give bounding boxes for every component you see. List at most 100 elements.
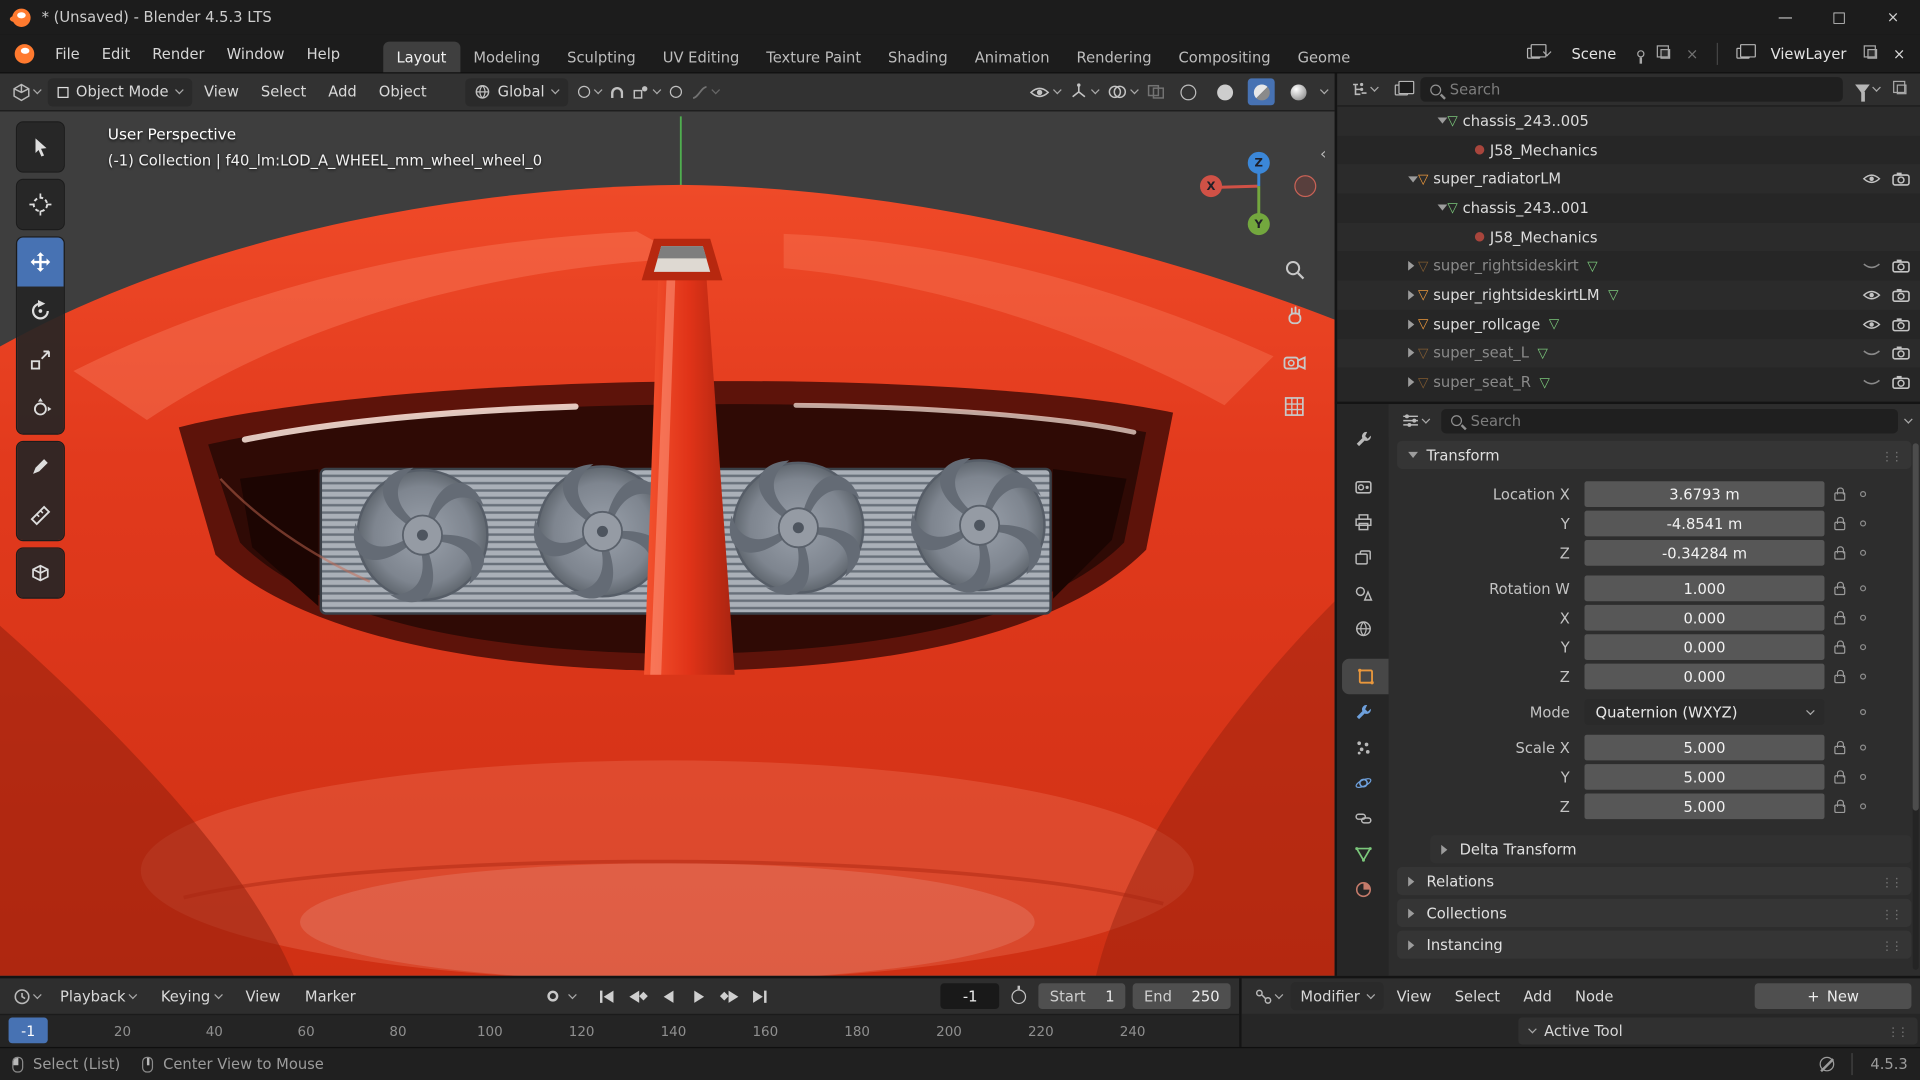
scene-name-field[interactable]: Scene	[1562, 40, 1626, 67]
proportional-editing-toggle[interactable]	[669, 86, 681, 98]
pan-button[interactable]	[1278, 300, 1310, 332]
gizmo-minus-x-axis[interactable]	[1294, 175, 1316, 197]
playhead-badge[interactable]: -1	[9, 1018, 48, 1044]
tab-shading[interactable]: Shading	[875, 41, 962, 73]
outliner-search-input[interactable]	[1450, 81, 1833, 98]
filter-button[interactable]	[1850, 76, 1884, 103]
animate-button[interactable]	[1860, 520, 1866, 526]
node-tree-type-dropdown[interactable]: Modifier	[1291, 982, 1383, 1010]
render-visibility-toggle[interactable]	[1891, 285, 1911, 305]
outliner-row-chassis-001[interactable]: ▽ chassis_243..001	[1337, 194, 1920, 223]
menu-add[interactable]: Add	[319, 78, 367, 106]
visibility-dropdown[interactable]	[1030, 85, 1061, 98]
rotation-z-field[interactable]: 0.000	[1584, 664, 1824, 690]
location-x-field[interactable]: 3.6793 m	[1584, 481, 1824, 507]
menu-file[interactable]: File	[44, 39, 91, 68]
remove-viewlayer-button[interactable]: ×	[1888, 40, 1910, 67]
shading-wireframe-button[interactable]	[1174, 78, 1201, 105]
outliner-row-j58-mechanics-2[interactable]: ● J58_Mechanics	[1337, 223, 1920, 252]
animate-button[interactable]	[1860, 585, 1866, 591]
gizmo-x-axis[interactable]: X	[1200, 175, 1222, 197]
animate-button[interactable]	[1860, 803, 1866, 809]
menu-keying[interactable]: Keying	[151, 982, 231, 1010]
shading-solid-button[interactable]	[1211, 78, 1238, 105]
lock-button[interactable]	[1834, 640, 1845, 653]
lock-button[interactable]	[1834, 582, 1845, 595]
new-collection-button[interactable]	[1892, 76, 1912, 103]
tab-constraints[interactable]	[1337, 801, 1388, 837]
rotation-w-field[interactable]: 1.000	[1584, 576, 1824, 602]
disclosure-closed-icon[interactable]	[1408, 377, 1414, 387]
animate-button[interactable]	[1860, 744, 1866, 750]
lock-button[interactable]	[1834, 611, 1845, 624]
properties-search[interactable]	[1441, 408, 1898, 432]
tab-animation[interactable]: Animation	[961, 41, 1063, 73]
disclosure-closed-icon[interactable]	[1408, 319, 1414, 329]
play-button[interactable]	[684, 984, 712, 1008]
outliner-row-j58-mechanics[interactable]: ● J58_Mechanics	[1337, 136, 1920, 165]
display-mode-button[interactable]	[1390, 76, 1413, 103]
ortho-toggle-button[interactable]	[1278, 391, 1310, 423]
tab-uv-editing[interactable]: UV Editing	[649, 41, 753, 73]
animate-button[interactable]	[1860, 709, 1866, 715]
location-z-field[interactable]: -0.34284 m	[1584, 540, 1824, 566]
menu-edit[interactable]: Edit	[91, 39, 142, 68]
maximize-button[interactable]: □	[1812, 0, 1866, 34]
disclosure-closed-icon[interactable]	[1408, 348, 1414, 358]
lock-button[interactable]	[1834, 770, 1845, 783]
overlays-dropdown[interactable]	[1108, 84, 1137, 99]
camera-view-button[interactable]	[1278, 345, 1310, 377]
node-editor-type-button[interactable]	[1250, 983, 1287, 1010]
new-node-tree-button[interactable]: + New	[1755, 983, 1912, 1009]
menu-render[interactable]: Render	[141, 39, 215, 68]
tab-modifiers[interactable]	[1337, 694, 1388, 730]
scale-z-field[interactable]: 5.000	[1584, 793, 1824, 819]
gizmo-z-axis[interactable]: Z	[1248, 152, 1270, 174]
viewlayer-button[interactable]	[1731, 40, 1754, 67]
disclosure-open-icon[interactable]	[1438, 205, 1448, 211]
scale-tool[interactable]	[17, 336, 64, 385]
animate-button[interactable]	[1860, 774, 1866, 780]
transform-panel-header[interactable]: Transform	[1397, 441, 1911, 469]
lock-button[interactable]	[1834, 546, 1845, 559]
auto-keying-toggle[interactable]	[539, 984, 567, 1008]
outliner-search[interactable]	[1420, 77, 1842, 101]
drag-handle-icon[interactable]	[1881, 936, 1901, 953]
node-editor-body[interactable]: Active Tool	[1242, 1014, 1920, 1047]
disclosure-open-icon[interactable]	[1408, 176, 1418, 182]
end-frame-field[interactable]: End250	[1133, 983, 1231, 1009]
outliner-row-super-seat-r[interactable]: ▽ super_seat_R ▽	[1337, 368, 1920, 397]
tab-object-data[interactable]	[1337, 836, 1388, 872]
tab-geometry-nodes[interactable]: Geome	[1284, 41, 1364, 73]
new-scene-button[interactable]	[1655, 40, 1675, 67]
transform-tool[interactable]	[17, 384, 64, 433]
outliner-row-super-rightsideskirtlm[interactable]: ▽ super_rightsideskirtLM ▽	[1337, 281, 1920, 310]
drag-handle-icon[interactable]	[1881, 904, 1901, 921]
xray-toggle[interactable]	[1147, 84, 1164, 99]
tab-object[interactable]	[1342, 659, 1389, 695]
render-visibility-toggle[interactable]	[1891, 314, 1911, 334]
delta-transform-panel[interactable]: Delta Transform	[1430, 835, 1911, 863]
tab-modeling[interactable]: Modeling	[460, 41, 554, 73]
disclosure-closed-icon[interactable]	[1408, 261, 1414, 271]
animate-button[interactable]	[1860, 673, 1866, 679]
jump-to-end-button[interactable]	[746, 984, 774, 1008]
cursor-tool[interactable]	[17, 180, 64, 229]
outliner-row-super-rollcage[interactable]: ▽ super_rollcage ▽	[1337, 310, 1920, 339]
tab-render[interactable]	[1337, 469, 1388, 505]
properties-scrollbar[interactable]	[1913, 443, 1919, 970]
lock-button[interactable]	[1834, 741, 1845, 754]
scale-y-field[interactable]: 5.000	[1584, 764, 1824, 790]
tab-view-layer[interactable]	[1337, 540, 1388, 576]
rotation-mode-dropdown[interactable]: Quaternion (WXYZ)	[1584, 699, 1824, 725]
editor-type-button[interactable]	[7, 78, 45, 105]
chevron-down-icon[interactable]	[568, 990, 577, 999]
annotate-tool[interactable]	[17, 442, 64, 491]
timeline-ruler[interactable]: -1 20 40 60 80 100 120 140 160 180 200 2…	[0, 1014, 1239, 1047]
animate-button[interactable]	[1860, 550, 1866, 556]
animate-button[interactable]	[1860, 644, 1866, 650]
new-viewlayer-button[interactable]	[1862, 40, 1882, 67]
instancing-panel[interactable]: Instancing	[1397, 931, 1911, 959]
measure-tool[interactable]	[17, 491, 64, 540]
outliner-row-super-seat-l[interactable]: ▽ super_seat_L ▽	[1337, 339, 1920, 368]
